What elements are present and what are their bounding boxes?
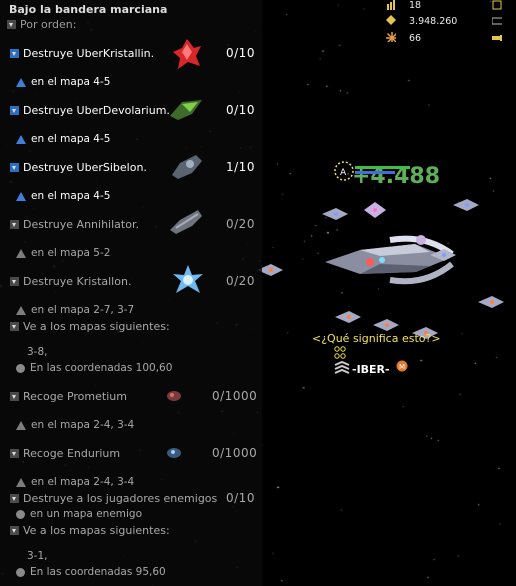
- warning-icon: [16, 134, 26, 144]
- collapse-icon[interactable]: [7, 20, 16, 29]
- svg-text:A: A: [340, 168, 347, 178]
- task-map: en el mapa 2-4, 3-4: [16, 419, 134, 431]
- task-count: 1/10: [226, 160, 255, 174]
- quest-task-enemy-players[interactable]: Destruye a los jugadores enemigos: [10, 492, 217, 505]
- task-count: 0/20: [226, 274, 255, 288]
- expand-icon[interactable]: [10, 322, 19, 331]
- visit-coords: En las coordenadas 95,60: [16, 566, 166, 578]
- cargo-icon: [492, 0, 502, 10]
- uridium-icon: [386, 32, 396, 42]
- task-map: en un mapa enemigo: [16, 508, 142, 520]
- annihilator-icon: [170, 210, 202, 234]
- warning-icon: [16, 248, 26, 258]
- drone-icon: [416, 235, 426, 245]
- target-marker-icon[interactable]: A: [333, 160, 355, 182]
- credits-icon: [386, 15, 396, 25]
- quest-task-annihilator[interactable]: Destruye Annihilator.: [10, 218, 139, 231]
- quest-task-visit-maps[interactable]: Ve a los mapas siguientes:: [10, 320, 170, 333]
- credits-value: 3.948.260: [409, 16, 458, 27]
- quest-task-kristallon[interactable]: Destruye Kristallon.: [10, 275, 131, 288]
- task-map: en el mapa 5-2: [16, 247, 110, 259]
- enemy-map-icon: [16, 509, 25, 519]
- uber-kristallin-icon: [173, 39, 201, 69]
- drone-icon: [364, 202, 386, 218]
- quest-panel: Bajo la bandera marciana Por orden: Dest…: [0, 0, 262, 586]
- drone-icon: [373, 319, 399, 331]
- key-icon: [492, 35, 502, 41]
- uber-devolarium-icon: [170, 100, 202, 120]
- warning-icon: [16, 305, 26, 315]
- player-name-label[interactable]: -IBER-: [352, 363, 390, 376]
- task-count: 0/1000: [212, 446, 258, 460]
- visit-maps: 3-8,: [27, 346, 48, 358]
- visit-maps: 3-1,: [27, 550, 48, 562]
- expand-icon[interactable]: [10, 49, 19, 58]
- coordinates-icon: [16, 567, 25, 577]
- expand-icon[interactable]: [10, 494, 19, 503]
- level-value: 18: [409, 0, 422, 11]
- expand-icon[interactable]: [10, 526, 19, 535]
- quest-task-uber-devolarium[interactable]: Destruye UberDevolarium.: [10, 104, 170, 117]
- warning-icon: [16, 191, 26, 201]
- rank-icon: [334, 361, 350, 374]
- clan-badge-icon: [334, 346, 346, 359]
- quest-task-prometium[interactable]: Recoge Prometium: [10, 390, 127, 403]
- task-count: 0/10: [226, 46, 255, 60]
- quest-title: Bajo la bandera marciana: [9, 3, 168, 16]
- visit-coords: En las coordenadas 100,60: [16, 362, 172, 374]
- quest-task-visit-maps-2[interactable]: Ve a los mapas siguientes:: [10, 524, 170, 537]
- expand-icon[interactable]: [10, 106, 19, 115]
- prometium-icon: [167, 391, 181, 401]
- drone-icon: [430, 249, 456, 261]
- task-map: en el mapa 4-5: [16, 76, 110, 88]
- task-map: en el mapa 4-5: [16, 190, 110, 202]
- task-map: en el mapa 2-7, 3-7: [16, 304, 134, 316]
- faction-icon: M: [396, 360, 408, 372]
- expand-icon[interactable]: [10, 449, 19, 458]
- task-count: 0/20: [226, 217, 255, 231]
- level-icon: [387, 0, 395, 10]
- expand-icon[interactable]: [10, 392, 19, 401]
- drone-icon: [322, 208, 348, 220]
- expand-icon[interactable]: [10, 277, 19, 286]
- task-count: 0/10: [226, 103, 255, 117]
- ammo-icon: [492, 17, 502, 25]
- order-label[interactable]: Por orden:: [7, 18, 76, 31]
- warning-icon: [16, 420, 26, 430]
- speech-bubble-text: <¿Qué significa esto?>: [312, 332, 441, 345]
- quest-task-uber-sibelon[interactable]: Destruye UberSibelon.: [10, 161, 147, 174]
- task-map: en el mapa 2-4, 3-4: [16, 476, 134, 488]
- expand-icon[interactable]: [10, 163, 19, 172]
- uridium-value: 66: [409, 33, 422, 44]
- warning-icon: [16, 77, 26, 87]
- task-map: en el mapa 4-5: [16, 133, 110, 145]
- drone-icon: [335, 311, 361, 323]
- expand-icon[interactable]: [10, 220, 19, 229]
- endurium-icon: [167, 448, 181, 458]
- uber-sibelon-icon: [172, 155, 202, 179]
- warning-icon: [16, 477, 26, 487]
- health-bars: [355, 166, 410, 174]
- svg-text:M: M: [399, 363, 405, 371]
- task-count: 0/10: [226, 491, 255, 505]
- task-count: 0/1000: [212, 389, 258, 403]
- coordinates-icon: [16, 363, 25, 373]
- drone-icon: [453, 199, 479, 211]
- quest-task-uber-kristallin[interactable]: Destruye UberKristallin.: [10, 47, 154, 60]
- drone-icon: [478, 296, 504, 308]
- kristallon-icon: [173, 265, 203, 293]
- quest-task-endurium[interactable]: Recoge Endurium: [10, 447, 120, 460]
